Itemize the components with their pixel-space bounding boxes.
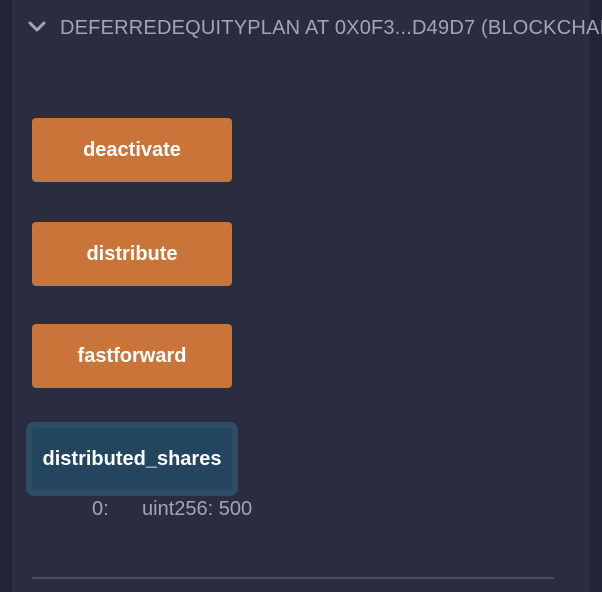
left-gutter: [0, 0, 12, 592]
contract-header[interactable]: DEFERREDEQUITYPLAN AT 0X0F3...D49D7 (BLO…: [12, 0, 602, 56]
right-gutter: [590, 0, 602, 592]
distribute-button[interactable]: distribute: [32, 222, 232, 286]
result-value: uint256: 500: [142, 498, 253, 520]
section-divider: [32, 577, 554, 579]
result-index: 0:: [92, 498, 109, 520]
deactivate-button[interactable]: deactivate: [32, 118, 232, 182]
fastforward-button[interactable]: fastforward: [32, 324, 232, 388]
distributed-shares-button[interactable]: distributed_shares: [32, 428, 232, 490]
contract-title: DEFERREDEQUITYPLAN AT 0X0F3...D49D7 (BLO…: [60, 17, 602, 39]
chevron-down-icon[interactable]: [26, 16, 48, 38]
